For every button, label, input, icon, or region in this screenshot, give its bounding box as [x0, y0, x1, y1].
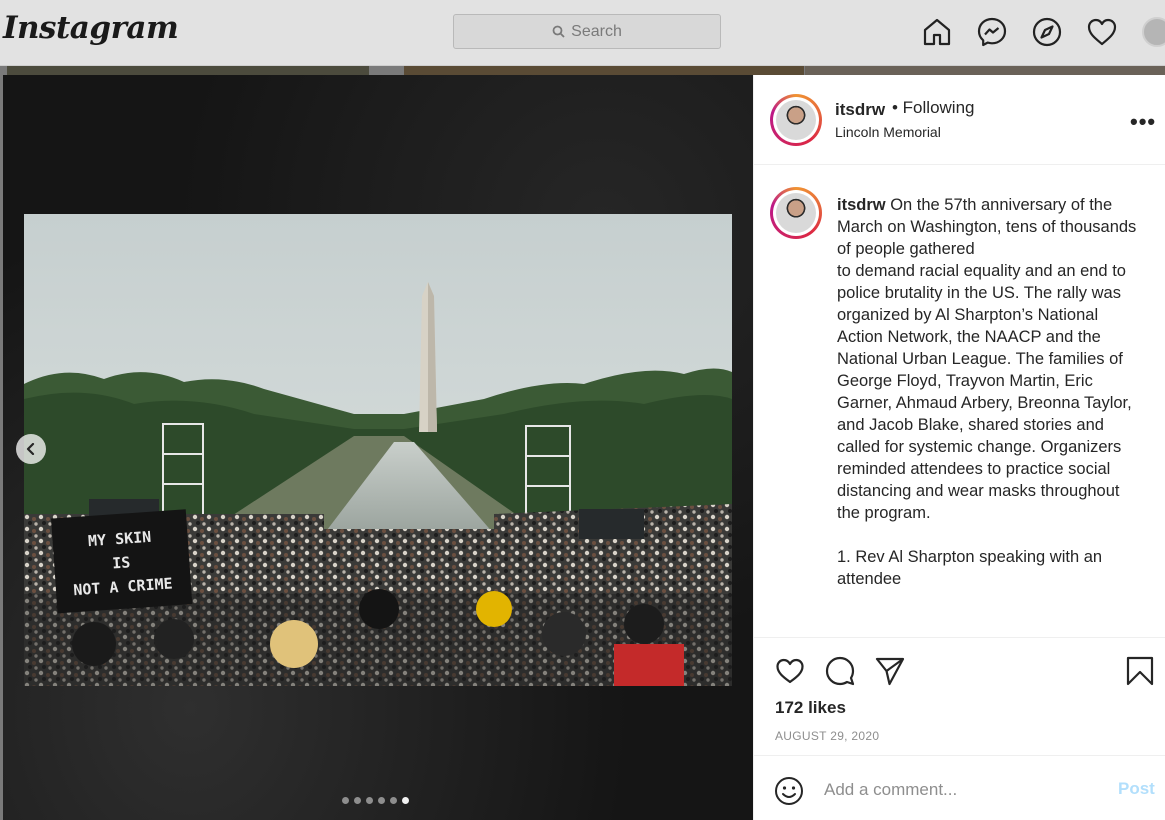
caption-section: itsdrw On the 57th anniversary of the Ma… — [754, 166, 1165, 636]
rally-photo-illustration: MY SKIN IS NOT A CRIME — [24, 214, 732, 686]
post-modal: MY SKIN IS NOT A CRIME itsdrw • Followin… — [3, 75, 1165, 820]
explore-icon[interactable] — [1031, 16, 1063, 48]
share-paper-plane-icon[interactable] — [874, 655, 906, 687]
more-options-icon[interactable]: ••• — [1130, 109, 1156, 135]
carousel-dot-active — [402, 797, 409, 804]
save-bookmark-icon[interactable] — [1124, 655, 1156, 687]
author-avatar[interactable] — [770, 94, 822, 146]
post-comment-button[interactable]: Post — [1118, 779, 1155, 799]
post-media: MY SKIN IS NOT A CRIME — [3, 75, 753, 820]
carousel-indicator — [342, 797, 409, 804]
post-actions: 172 likes AUGUST 29, 2020 — [754, 637, 1165, 755]
carousel-dot — [390, 797, 397, 804]
post-caption: itsdrw On the 57th anniversary of the Ma… — [837, 194, 1147, 590]
post-location[interactable]: Lincoln Memorial — [835, 124, 941, 140]
post-photo: MY SKIN IS NOT A CRIME — [24, 214, 732, 686]
comment-composer: Post — [754, 755, 1165, 820]
comment-bubble-icon[interactable] — [824, 655, 856, 687]
search-icon — [552, 25, 565, 38]
feed-thumbnail — [805, 66, 1165, 75]
activity-heart-icon[interactable] — [1086, 16, 1118, 48]
emoji-icon[interactable] — [773, 775, 805, 807]
instagram-logo[interactable]: Instagram — [3, 10, 179, 46]
post-header: itsdrw • Following Lincoln Memorial ••• — [754, 75, 1165, 165]
carousel-prev-button[interactable] — [16, 434, 46, 464]
carousel-dot — [354, 797, 361, 804]
author-username[interactable]: itsdrw — [835, 100, 885, 120]
top-navigation: Instagram Search — [0, 0, 1165, 66]
follow-status[interactable]: • Following — [892, 98, 975, 118]
home-icon[interactable] — [921, 16, 953, 48]
profile-avatar[interactable] — [1142, 17, 1165, 47]
svg-text:IS: IS — [112, 553, 131, 572]
like-heart-icon[interactable] — [774, 655, 806, 687]
feed-thumbnail — [7, 66, 369, 75]
search-box[interactable]: Search — [453, 14, 721, 49]
likes-count[interactable]: 172 likes — [775, 698, 846, 718]
carousel-dot — [366, 797, 373, 804]
caption-author-avatar[interactable] — [770, 187, 822, 239]
carousel-dot — [342, 797, 349, 804]
messenger-icon[interactable] — [976, 16, 1008, 48]
feed-thumbnail — [404, 66, 804, 75]
post-sidebar: itsdrw • Following Lincoln Memorial ••• … — [753, 75, 1165, 820]
caption-text: On the 57th anniversary of the March on … — [837, 196, 1137, 588]
carousel-dot — [378, 797, 385, 804]
post-date[interactable]: AUGUST 29, 2020 — [775, 729, 879, 743]
search-placeholder: Search — [571, 22, 622, 40]
caption-username[interactable]: itsdrw — [837, 196, 886, 214]
chevron-left-icon — [26, 443, 35, 455]
comment-input[interactable] — [824, 778, 1104, 802]
